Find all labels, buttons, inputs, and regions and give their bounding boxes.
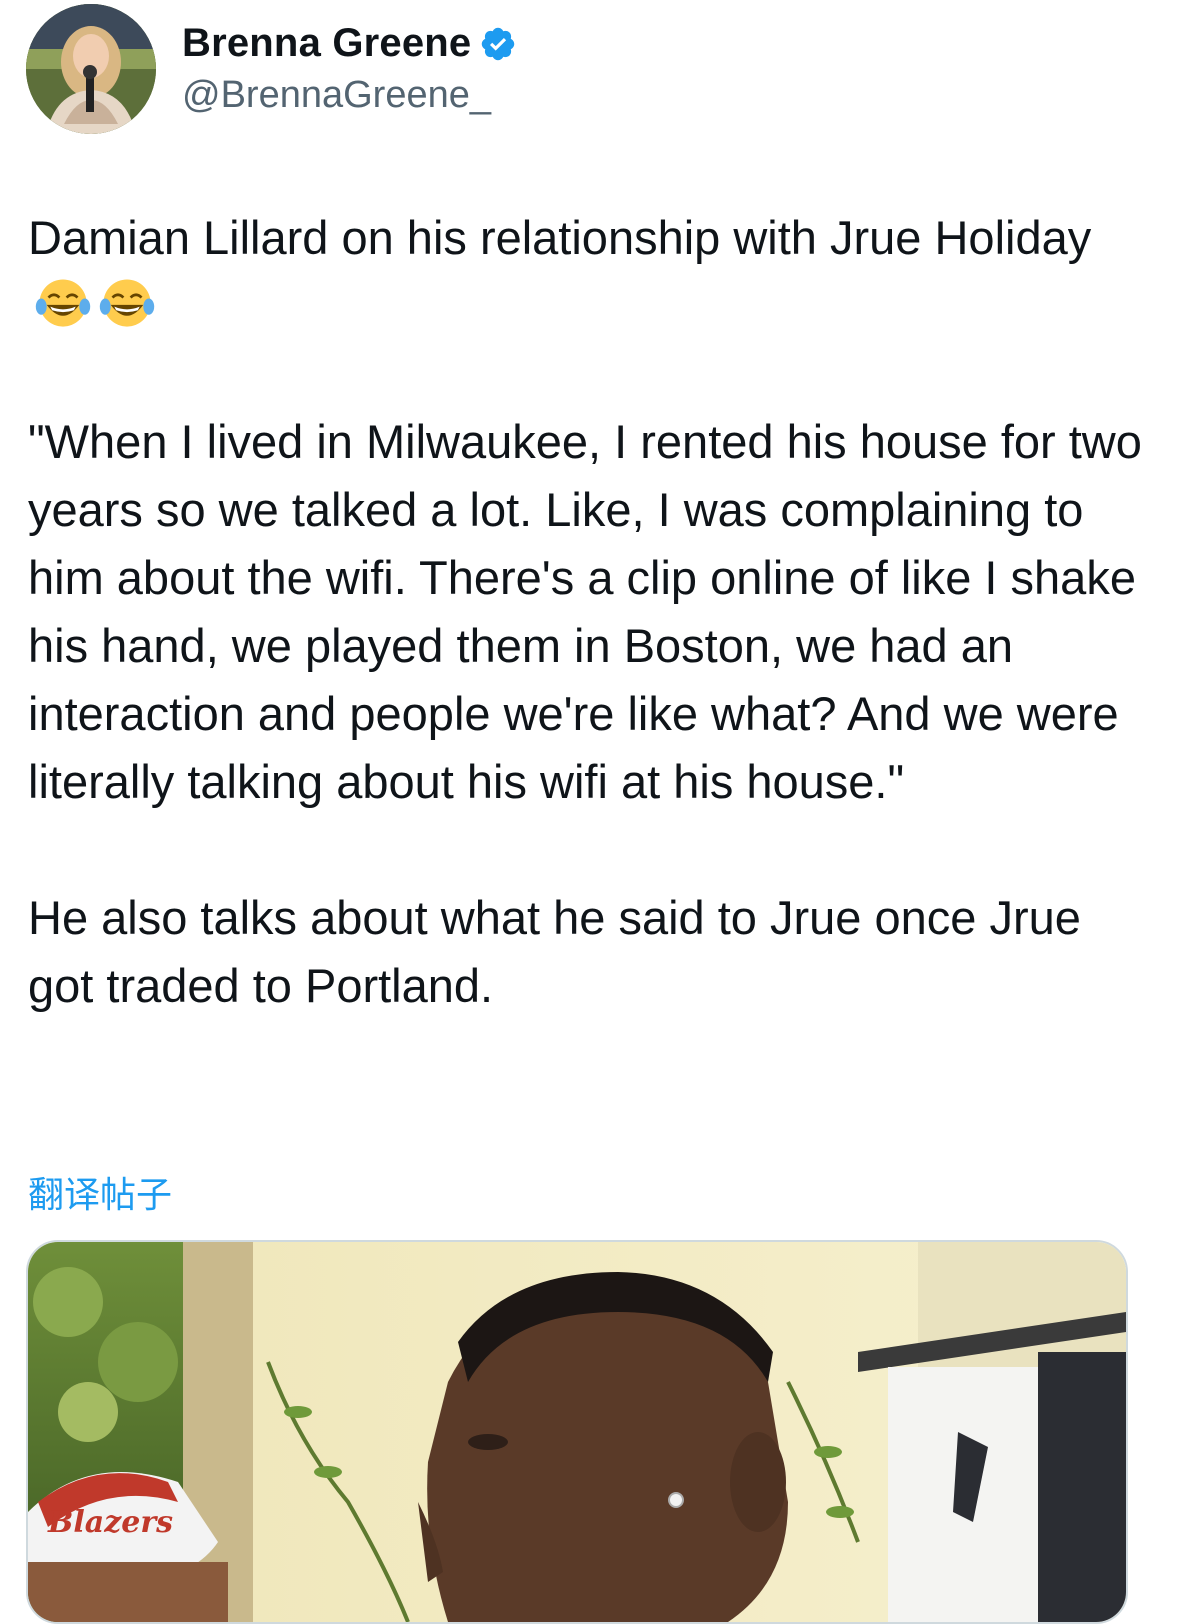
cap-logo-text: Blazers bbox=[47, 1505, 173, 1540]
tweet-quote: "When I lived in Milwaukee, I rented his… bbox=[28, 415, 1142, 808]
verified-badge-icon bbox=[482, 27, 515, 60]
translate-post-link[interactable]: 翻译帖子 bbox=[28, 1166, 172, 1218]
laughing-emoji-icon bbox=[99, 279, 155, 327]
tweet-media[interactable]: Blazers bbox=[26, 1240, 1128, 1624]
laughing-emoji-icon bbox=[35, 279, 91, 327]
author-handle[interactable]: @BrennaGreene_ bbox=[182, 74, 517, 117]
tweet-text: Damian Lillard on his relationship with … bbox=[28, 204, 1148, 1020]
avatar-photo bbox=[26, 4, 156, 134]
tweet-intro-text: Damian Lillard on his relationship with … bbox=[28, 211, 1092, 264]
author-name[interactable]: Brenna Greene bbox=[182, 21, 471, 66]
media-image: Blazers bbox=[28, 1242, 1126, 1622]
tweet-header: Brenna Greene @BrennaGreene_ bbox=[26, 4, 517, 134]
avatar[interactable] bbox=[26, 4, 156, 134]
tweet-intro: Damian Lillard on his relationship with … bbox=[28, 204, 1148, 340]
tweet-closing: He also talks about what he said to Jrue… bbox=[28, 891, 1081, 1012]
